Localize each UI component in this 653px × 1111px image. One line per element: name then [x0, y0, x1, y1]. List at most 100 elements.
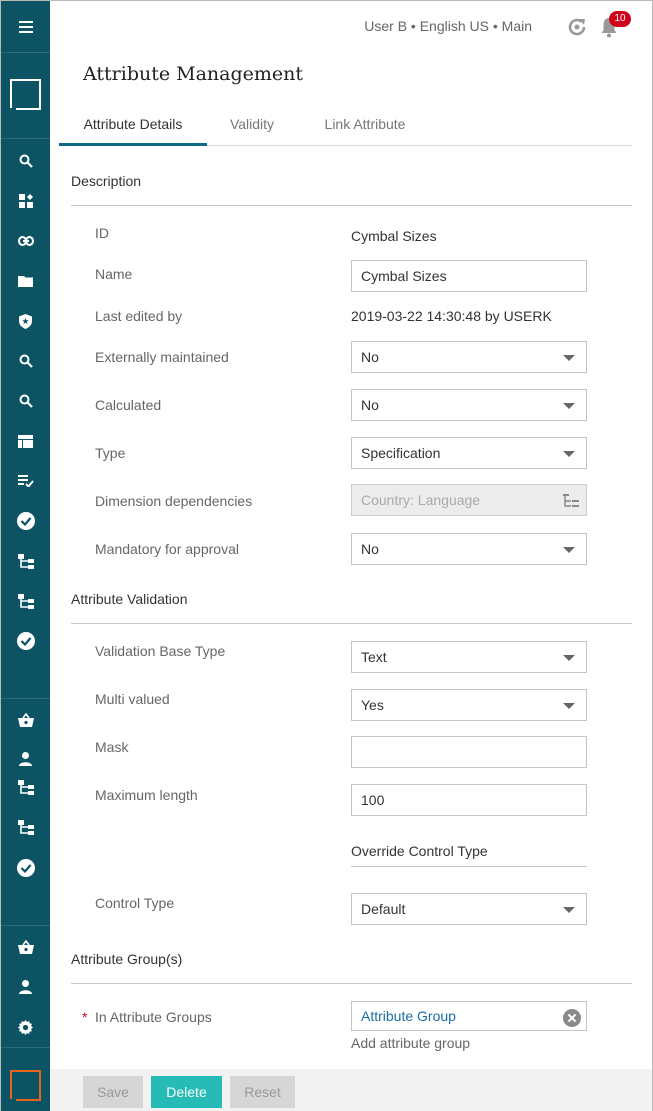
tab-link-attribute[interactable]: Link Attribute — [311, 109, 419, 146]
folder-icon — [18, 276, 33, 287]
search-icon — [19, 354, 33, 368]
maximum-length-input[interactable] — [361, 792, 577, 808]
check-circle-icon — [16, 859, 35, 877]
maximum-length-field[interactable] — [351, 784, 587, 816]
sidebar-item-table[interactable] — [1, 429, 50, 453]
sidebar-item-settings[interactable] — [1, 1015, 50, 1039]
mask-field[interactable] — [351, 736, 587, 768]
sidebar-item-hierarchy-4[interactable] — [1, 815, 50, 839]
section-title-validation: Attribute Validation — [71, 591, 188, 607]
in-attribute-groups-label: * In Attribute Groups — [82, 1009, 212, 1025]
in-attribute-groups-text: In Attribute Groups — [95, 1009, 212, 1025]
sidebar-item-security[interactable] — [1, 309, 50, 333]
sidebar-divider — [1, 1047, 50, 1048]
last-edited-value: 2019-03-22 14:30:48 by USERK — [351, 308, 552, 324]
id-value: Cymbal Sizes — [351, 228, 437, 244]
dimension-dependencies-field: Country: Language — [351, 484, 587, 516]
tab-attribute-details[interactable]: Attribute Details — [59, 109, 207, 146]
sidebar-item-basket-2[interactable] — [1, 935, 50, 959]
attribute-group-link[interactable]: Attribute Group — [361, 1008, 456, 1024]
sidebar-item-basket[interactable] — [1, 708, 50, 732]
reset-button[interactable]: Reset — [230, 1076, 295, 1108]
section-title-groups: Attribute Group(s) — [71, 951, 183, 967]
chevron-down-icon — [563, 907, 575, 913]
hierarchy-icon — [17, 593, 34, 609]
basket-icon — [17, 713, 34, 727]
search-icon — [19, 394, 33, 408]
logo-area — [1, 53, 50, 139]
name-field[interactable] — [351, 260, 587, 292]
validation-base-type-label: Validation Base Type — [95, 643, 226, 659]
name-input[interactable] — [361, 268, 577, 284]
delete-button[interactable]: Delete — [151, 1076, 222, 1108]
add-attribute-group-link[interactable]: Add attribute group — [351, 1035, 470, 1051]
required-marker: * — [82, 1009, 88, 1025]
tree-picker-icon[interactable] — [562, 492, 580, 510]
sidebar-divider — [1, 698, 50, 699]
attribute-group-chip[interactable]: Attribute Group — [351, 1001, 587, 1031]
table-icon — [18, 434, 33, 448]
maximum-length-label: Maximum length — [95, 787, 198, 803]
chevron-down-icon — [563, 655, 575, 661]
hierarchy-icon — [17, 779, 34, 795]
save-button[interactable]: Save — [83, 1076, 143, 1108]
sidebar-item-user[interactable] — [1, 747, 50, 771]
dimension-dependencies-label: Dimension dependencies — [95, 493, 253, 509]
externally-maintained-select[interactable]: No — [351, 341, 587, 373]
sidebar-item-dashboard[interactable] — [1, 189, 50, 213]
sidebar-item-search-3[interactable] — [1, 389, 50, 413]
user-context[interactable]: User B • English US • Main — [364, 18, 532, 34]
multi-valued-value: Yes — [361, 697, 384, 713]
sidebar-item-tasklist[interactable] — [1, 469, 50, 493]
section-divider — [71, 205, 632, 206]
sidebar-item-search-2[interactable] — [1, 349, 50, 373]
close-circle-icon[interactable] — [563, 1009, 581, 1027]
link-icon — [17, 236, 34, 246]
checklist-icon — [17, 475, 34, 487]
mask-label: Mask — [95, 739, 129, 755]
brand-logo — [10, 1070, 41, 1101]
type-select[interactable]: Specification — [351, 437, 587, 469]
sidebar-item-folders[interactable] — [1, 269, 50, 293]
last-edited-label: Last edited by — [95, 308, 183, 324]
sidebar-item-hierarchy-3[interactable] — [1, 775, 50, 799]
chevron-down-icon — [563, 703, 575, 709]
chevron-down-icon — [563, 355, 575, 361]
gear-icon — [18, 1019, 33, 1035]
type-value: Specification — [361, 445, 441, 461]
override-divider — [351, 866, 587, 867]
multi-valued-select[interactable]: Yes — [351, 689, 587, 721]
sidebar-item-user-2[interactable] — [1, 975, 50, 999]
type-label: Type — [95, 445, 126, 461]
sidebar-item-search[interactable] — [1, 149, 50, 173]
mask-input[interactable] — [361, 744, 577, 760]
validation-base-type-select[interactable]: Text — [351, 641, 587, 673]
check-circle-icon — [16, 512, 35, 530]
control-type-label: Control Type — [95, 895, 175, 911]
check-circle-icon — [16, 632, 35, 650]
control-type-select[interactable]: Default — [351, 893, 587, 925]
mandatory-select[interactable]: No — [351, 533, 587, 565]
menu-button[interactable] — [1, 1, 50, 53]
section-divider — [71, 623, 632, 624]
sidebar-item-hierarchy-2[interactable] — [1, 589, 50, 613]
mandatory-value: No — [361, 541, 379, 557]
section-title-description: Description — [71, 173, 142, 189]
sidebar — [1, 1, 50, 1111]
tab-validity[interactable]: Validity — [219, 109, 285, 146]
override-control-type-title: Override Control Type — [351, 843, 488, 859]
calculated-select[interactable]: No — [351, 389, 587, 421]
sidebar-item-approved-2[interactable] — [1, 629, 50, 653]
validation-base-type-value: Text — [361, 649, 387, 665]
sidebar-item-approved-3[interactable] — [1, 856, 50, 880]
hierarchy-icon — [17, 553, 34, 569]
sidebar-item-hierarchy[interactable] — [1, 549, 50, 573]
section-divider — [71, 983, 632, 984]
search-icon — [19, 154, 33, 168]
sidebar-item-approved[interactable] — [1, 509, 50, 533]
user-icon — [19, 980, 32, 994]
refresh-icon[interactable] — [565, 15, 589, 39]
hierarchy-icon — [17, 819, 34, 835]
notification-badge: 10 — [609, 11, 631, 27]
sidebar-item-links[interactable] — [1, 229, 50, 253]
